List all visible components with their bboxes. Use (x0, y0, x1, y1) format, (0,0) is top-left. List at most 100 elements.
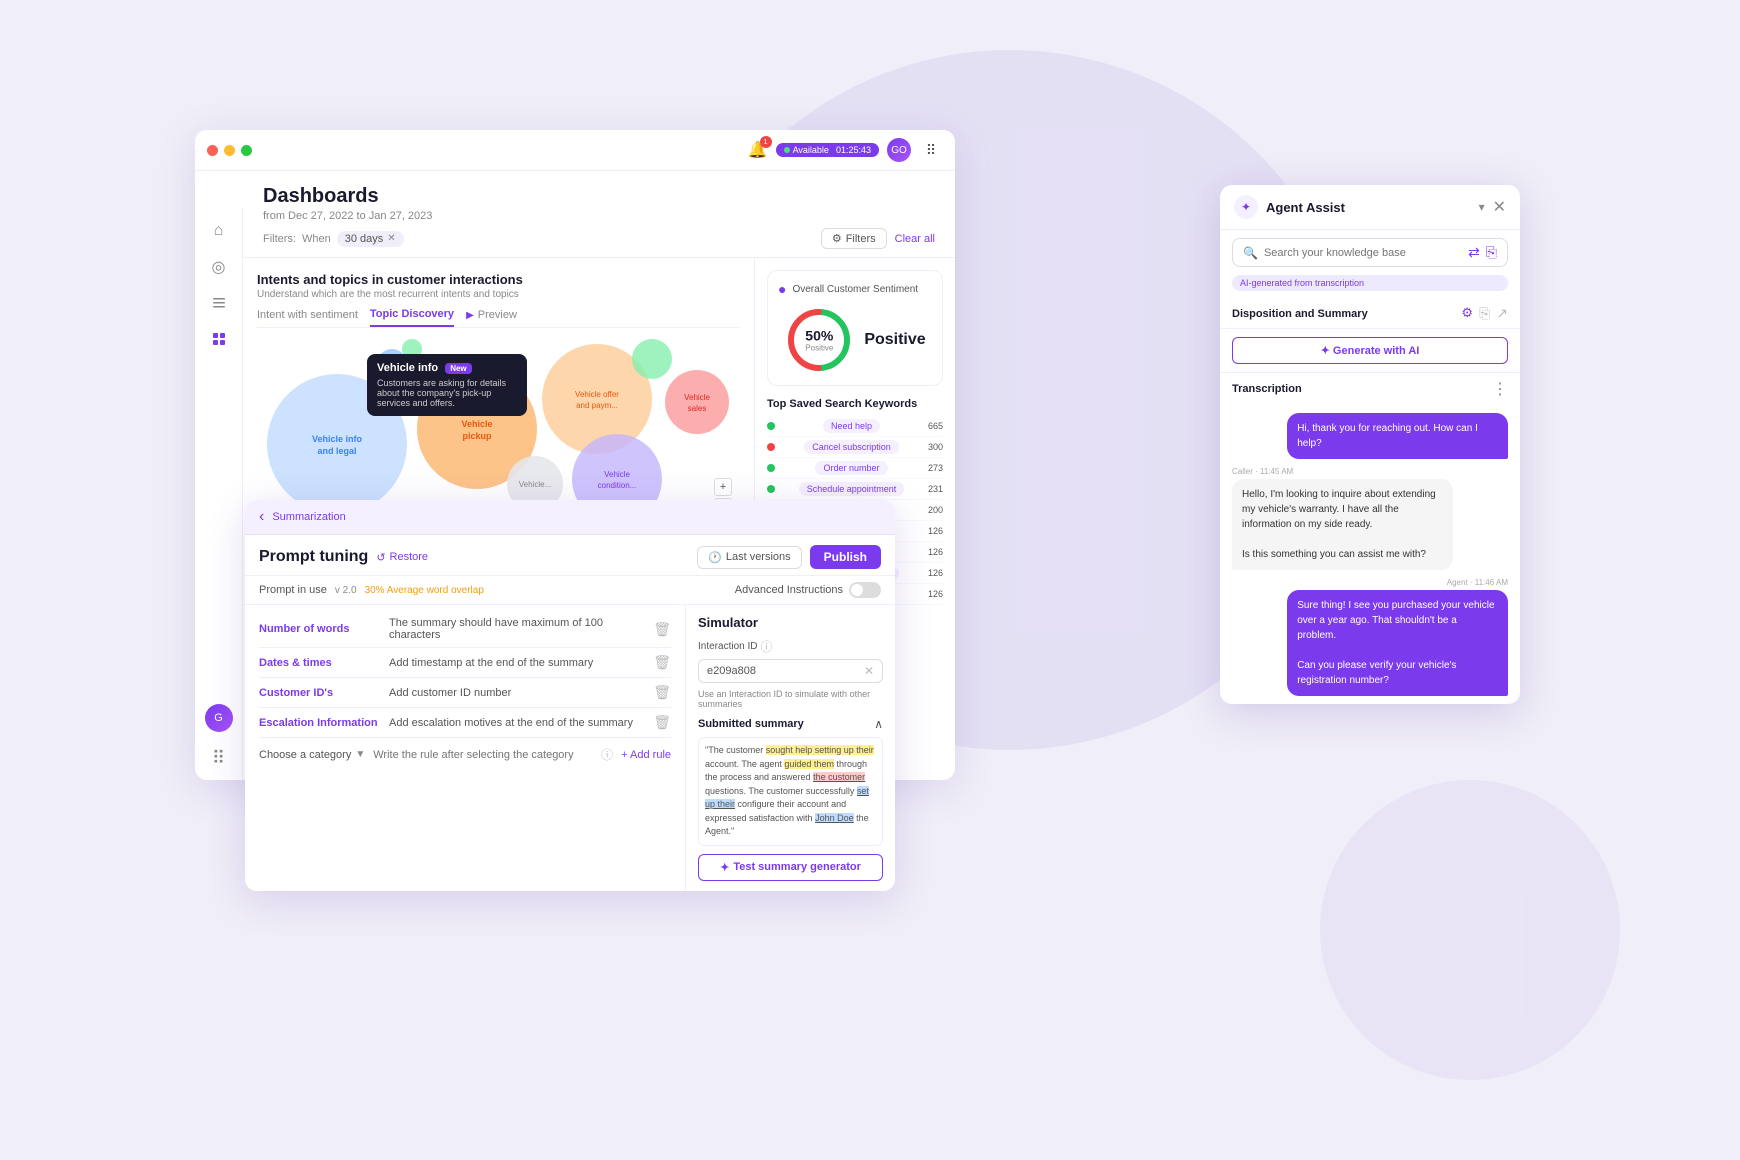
sidebar-item-dashboard[interactable] (203, 323, 235, 355)
keywords-title: Top Saved Search Keywords (767, 398, 943, 410)
info-icon[interactable]: ⓘ (601, 746, 613, 763)
generate-ai-button[interactable]: ✦ Generate with AI (1232, 337, 1508, 364)
tab-intent-sentiment[interactable]: Intent with sentiment (257, 309, 358, 326)
submitted-summary-label: Submitted summary (698, 718, 804, 730)
tooltip-title: Vehicle info New (377, 362, 517, 374)
version-badge: v 2.0 (335, 585, 357, 596)
message-group-3: Agent · 11:46 AM Sure thing! I see you p… (1232, 578, 1508, 696)
interaction-info-icon[interactable]: ⓘ (760, 638, 772, 655)
field-row-customer: Customer ID's Add customer ID number 🗑 (259, 678, 671, 708)
agent-close-button[interactable]: ✕ (1493, 197, 1506, 217)
category-chevron-icon: ▼ (355, 749, 365, 760)
keyword-tag-4[interactable]: Schedule appointment (799, 482, 905, 496)
advanced-toggle-switch[interactable] (849, 582, 881, 598)
highlight-help: sought help setting up their (766, 745, 874, 755)
knowledge-search-input[interactable] (1264, 247, 1462, 259)
svg-text:Vehicle: Vehicle (461, 419, 492, 429)
chat-area: Hi, thank you for reaching out. How can … (1220, 405, 1520, 704)
disposition-actions: ⚙ ⎘ ↗ (1461, 305, 1508, 322)
keyword-tag-2[interactable]: Cancel subscription (804, 440, 899, 454)
field-delete-dates[interactable]: 🗑 (653, 654, 671, 671)
sidebar-user-avatar[interactable]: G (205, 704, 233, 732)
advanced-toggle: Advanced Instructions (735, 582, 881, 598)
restore-button[interactable]: ↺ Restore (376, 551, 428, 564)
status-text: Available (793, 145, 829, 155)
bubble-green-small[interactable] (632, 339, 672, 379)
keyword-count-3: 273 (928, 463, 943, 473)
field-name-customer: Customer ID's (259, 687, 379, 699)
message-group-2: Caller · 11:45 AM Hello, I'm looking to … (1232, 467, 1508, 570)
search-transfer-icon[interactable]: ⇄ (1468, 244, 1480, 261)
title-bar: 🔔 1 Available 01:25:43 GO ⠿ (195, 130, 955, 171)
bubble-tooltip: Vehicle info New Customers are asking fo… (367, 354, 527, 416)
keyword-tag-1[interactable]: Need help (823, 419, 880, 433)
keyword-count-7: 126 (928, 547, 943, 557)
bubble-vehicle-sales[interactable] (665, 370, 729, 434)
sentiment-value-container: Positive (864, 331, 925, 349)
tab-preview[interactable]: ▶ Preview (466, 309, 517, 326)
chat-message-agent-1: Hi, thank you for reaching out. How can … (1287, 413, 1508, 459)
agent-panel-title: Agent Assist (1266, 200, 1471, 215)
add-rule-button[interactable]: + Add rule (621, 749, 671, 761)
filter-chip-close[interactable]: ✕ (387, 233, 395, 244)
search-copy-icon[interactable]: ⎘ (1486, 244, 1497, 261)
filter-chip-days[interactable]: 30 days ✕ (337, 231, 404, 247)
svg-text:condition...: condition... (598, 481, 637, 490)
gear-icon[interactable]: ⚙ (1461, 305, 1473, 322)
field-delete-words[interactable]: 🗑 (653, 621, 671, 638)
submitted-chevron-icon[interactable]: ∧ (874, 717, 883, 731)
category-select[interactable]: Choose a category ▼ (259, 749, 365, 761)
highlight-setup: set up their (705, 786, 869, 810)
chat-message-caller-1: Hello, I'm looking to inquire about exte… (1232, 479, 1453, 570)
zoom-in-button[interactable]: + (714, 478, 732, 496)
preview-icon: ▶ (466, 310, 474, 321)
dashboard-title: Dashboards (263, 185, 935, 208)
publish-button[interactable]: Publish (810, 545, 881, 569)
agent-dropdown-icon[interactable]: ▾ (1479, 200, 1485, 214)
filter-button[interactable]: ⚙ Filters (821, 228, 887, 249)
back-button[interactable]: ‹ (259, 508, 264, 526)
sentiment-value: Positive (864, 331, 925, 349)
clear-all-button[interactable]: Clear all (895, 233, 935, 245)
grid-icon[interactable]: ⠿ (919, 138, 943, 162)
sidebar-item-home[interactable]: ⌂ (203, 215, 235, 247)
tab-topic-discovery[interactable]: Topic Discovery (370, 308, 454, 327)
keyword-count-8: 126 (928, 568, 943, 578)
bubble-panel-title: Intents and topics in customer interacti… (257, 272, 740, 287)
caller-sender-label: Caller · 11:45 AM (1232, 467, 1293, 476)
user-avatar[interactable]: GO (887, 138, 911, 162)
notification-badge[interactable]: 🔔 1 (748, 140, 768, 160)
traffic-light-red[interactable] (207, 145, 218, 156)
test-label: Test summary generator (733, 861, 861, 873)
sim-clear-button[interactable]: ✕ (864, 664, 874, 678)
filter-icon: ⚙ (832, 232, 842, 245)
gauge-sub: Positive (805, 344, 833, 353)
prompt-title: Prompt tuning (259, 548, 368, 566)
filter-left: Filters: When 30 days ✕ (263, 231, 404, 247)
keyword-tag-3[interactable]: Order number (815, 461, 887, 475)
bubble-tabs: Intent with sentiment Topic Discovery ▶ … (257, 308, 740, 328)
copy-button[interactable]: ⎘ (1479, 305, 1490, 322)
sidebar-item-search[interactable]: ◎ (203, 251, 235, 283)
last-versions-button[interactable]: 🕐 Last versions (697, 546, 802, 569)
test-summary-button[interactable]: ✦ Test summary generator (698, 854, 883, 881)
sentiment-gauge: 50% Positive Positive (778, 305, 932, 375)
test-icon: ✦ (720, 861, 729, 874)
interaction-id-input[interactable]: e209a808 ✕ (698, 659, 883, 683)
status-badge: Available 01:25:43 (776, 143, 879, 157)
category-input[interactable] (373, 749, 593, 761)
field-delete-customer[interactable]: 🗑 (653, 684, 671, 701)
sidebar-item-lists[interactable] (203, 287, 235, 319)
field-delete-escalation[interactable]: 🗑 (653, 714, 671, 731)
more-options-button[interactable]: ⋮ (1492, 379, 1508, 399)
traffic-light-green[interactable] (241, 145, 252, 156)
chat-message-agent-2: Sure thing! I see you purchased your veh… (1287, 590, 1508, 696)
prompt-fields: Number of words The summary should have … (245, 605, 685, 891)
traffic-light-yellow[interactable] (224, 145, 235, 156)
clock-icon: 🕐 (708, 551, 722, 564)
field-value-dates: Add timestamp at the end of the summary (389, 657, 643, 669)
external-link-icon[interactable]: ↗ (1496, 305, 1508, 322)
prompt-breadcrumb-bar: ‹ Summarization (245, 500, 895, 535)
sidebar-dots[interactable]: ⠿ (205, 744, 233, 772)
agent-search-bar[interactable]: 🔍 ⇄ ⎘ (1232, 238, 1508, 267)
